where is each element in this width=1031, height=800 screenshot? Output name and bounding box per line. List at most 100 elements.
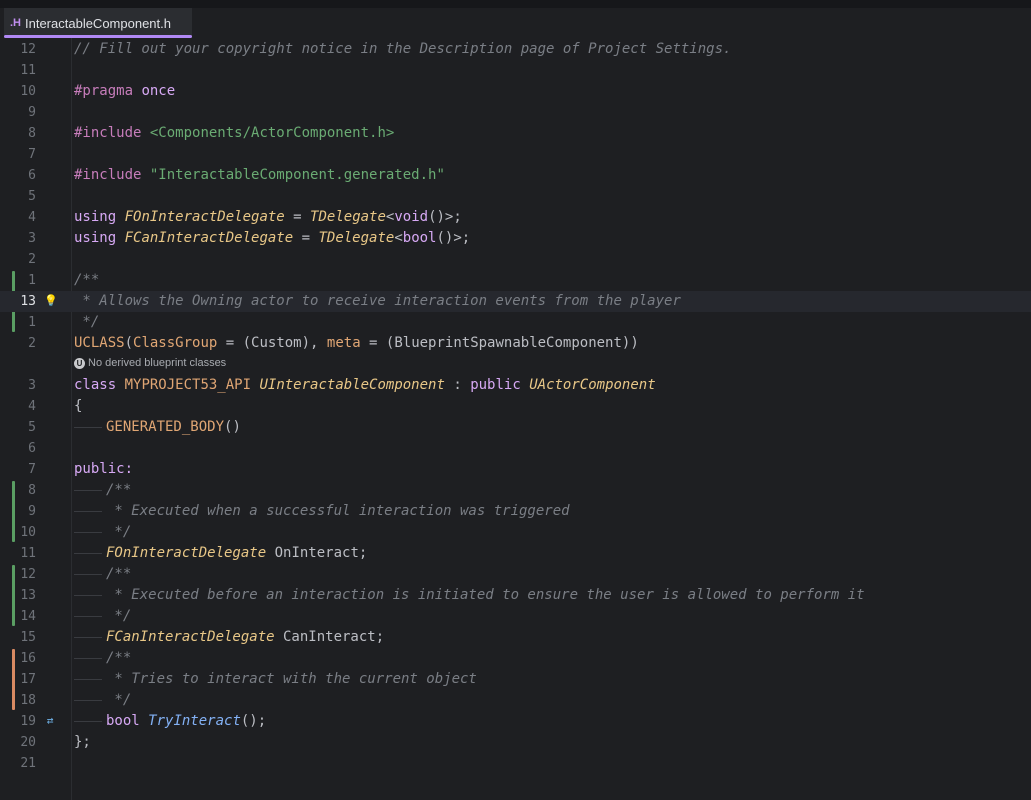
implementation-arrows-icon[interactable]: ⇄	[44, 715, 56, 727]
doc-comment-close[interactable]: */	[74, 606, 131, 627]
class-doc-comment[interactable]: * Allows the Owning actor to receive int…	[74, 291, 680, 312]
code-line: 19 ⇄ bool TryInteract();	[0, 711, 1031, 732]
line-number: 9	[28, 504, 36, 519]
line-number: 19	[20, 714, 36, 729]
code-line: 18 */	[0, 690, 1031, 711]
doc-comment-close[interactable]: */	[74, 522, 131, 543]
doc-comment-open[interactable]: /**	[74, 648, 131, 669]
line-number: 16	[20, 651, 36, 666]
line-number: 12	[20, 567, 36, 582]
line-number: 10	[20, 84, 36, 99]
try-interact-declaration[interactable]: bool TryInteract();	[74, 711, 266, 732]
line-number: 7	[28, 147, 36, 162]
line-number: 8	[28, 483, 36, 498]
line-number: 11	[20, 546, 36, 561]
header-file-icon: .H	[10, 17, 21, 29]
code-line: 10 #pragma once	[0, 81, 1031, 102]
doc-comment-close[interactable]: */	[74, 690, 131, 711]
line-number: 12	[20, 42, 36, 57]
code-line: 10 */	[0, 522, 1031, 543]
code-line: 6 #include "InteractableComponent.genera…	[0, 165, 1031, 186]
code-line: 7	[0, 144, 1031, 165]
line-number: 20	[20, 735, 36, 750]
code-line: 11 FOnInteractDelegate OnInteract;	[0, 543, 1031, 564]
line-number: 1	[28, 273, 36, 288]
include-actor-component[interactable]: #include <Components/ActorComponent.h>	[74, 123, 394, 144]
code-line: 7 public:	[0, 459, 1031, 480]
doc-comment-open[interactable]: /**	[74, 270, 99, 291]
try-interact-doc-comment[interactable]: * Tries to interact with the current obj…	[74, 669, 477, 690]
class-close-brace[interactable]: };	[74, 732, 91, 753]
line-number: 15	[20, 630, 36, 645]
code-line: 21	[0, 753, 1031, 774]
doc-comment-close[interactable]: */	[74, 312, 99, 333]
code-line: 3 class MYPROJECT53_API UInteractableCom…	[0, 375, 1031, 396]
uclass-macro[interactable]: UCLASS(ClassGroup = (Custom), meta = (Bl…	[74, 333, 639, 354]
code-line: 5 GENERATED_BODY()	[0, 417, 1031, 438]
line-number: 10	[20, 525, 36, 540]
public-specifier[interactable]: public:	[74, 459, 133, 480]
line-number: 7	[28, 462, 36, 477]
code-line: 1 /**	[0, 270, 1031, 291]
generated-body[interactable]: GENERATED_BODY()	[74, 417, 241, 438]
line-number: 13	[20, 588, 36, 603]
code-line: 2 UCLASS(ClassGroup = (Custom), meta = (…	[0, 333, 1031, 354]
code-line: 6	[0, 438, 1031, 459]
class-declaration[interactable]: class MYPROJECT53_API UInteractableCompo…	[74, 375, 656, 396]
code-line: 3 using FCanInteractDelegate = TDelegate…	[0, 228, 1031, 249]
doc-comment-open[interactable]: /**	[74, 480, 131, 501]
code-line: 14 */	[0, 606, 1031, 627]
tab-bar: .H InteractableComponent.h	[0, 0, 1031, 38]
code-line: 4 using FOnInteractDelegate = TDelegate<…	[0, 207, 1031, 228]
code-line: 11	[0, 60, 1031, 81]
current-code-line: 13 💡 * Allows the Owning actor to receiv…	[0, 291, 1031, 312]
line-number: 4	[28, 210, 36, 225]
include-generated-header[interactable]: #include "InteractableComponent.generate…	[74, 165, 445, 186]
line-number: 17	[20, 672, 36, 687]
line-number: 2	[28, 336, 36, 351]
code-line: 9	[0, 102, 1031, 123]
code-line: 5	[0, 186, 1031, 207]
code-line: 9 * Executed when a successful interacti…	[0, 501, 1031, 522]
tab-title: InteractableComponent.h	[25, 15, 171, 31]
line-number: 9	[28, 105, 36, 120]
tab-interactable-component[interactable]: .H InteractableComponent.h	[4, 8, 192, 38]
code-line: 20 };	[0, 732, 1031, 753]
lightbulb-icon[interactable]: 💡	[44, 295, 58, 307]
code-line: 17 * Tries to interact with the current …	[0, 669, 1031, 690]
hint-text: No derived blueprint classes	[88, 357, 227, 369]
line-number: 6	[28, 441, 36, 456]
line-number: 5	[28, 420, 36, 435]
class-open-brace[interactable]: {	[74, 396, 82, 417]
line-number: 4	[28, 399, 36, 414]
line-number: 3	[28, 231, 36, 246]
code-line: 15 FCanInteractDelegate CanInteract;	[0, 627, 1031, 648]
line-number: 8	[28, 126, 36, 141]
pragma-once[interactable]: #pragma once	[74, 81, 175, 102]
code-line: 8 #include <Components/ActorComponent.h>	[0, 123, 1031, 144]
line-number: 2	[28, 252, 36, 267]
line-number: 6	[28, 168, 36, 183]
on-interact-field[interactable]: FOnInteractDelegate OnInteract;	[74, 543, 367, 564]
line-number: 18	[20, 693, 36, 708]
line-number: 5	[28, 189, 36, 204]
code-line: 8 /**	[0, 480, 1031, 501]
code-editor[interactable]: 12 // Fill out your copyright notice in …	[0, 38, 1031, 800]
unreal-engine-icon: U	[74, 358, 85, 369]
code-line: 1 */	[0, 312, 1031, 333]
on-interact-doc-comment[interactable]: * Executed when a successful interaction…	[74, 501, 570, 522]
code-line: 13 * Executed before an interaction is i…	[0, 585, 1031, 606]
code-line: 2	[0, 249, 1031, 270]
can-interact-field[interactable]: FCanInteractDelegate CanInteract;	[74, 627, 384, 648]
line-number: 11	[20, 63, 36, 78]
copyright-comment[interactable]: // Fill out your copyright notice in the…	[74, 39, 731, 60]
using-on-interact-delegate[interactable]: using FOnInteractDelegate = TDelegate<vo…	[74, 207, 462, 228]
can-interact-doc-comment[interactable]: * Executed before an interaction is init…	[74, 585, 865, 606]
line-number: 21	[20, 756, 36, 771]
using-can-interact-delegate[interactable]: using FCanInteractDelegate = TDelegate<b…	[74, 228, 470, 249]
code-line: 12 // Fill out your copyright notice in …	[0, 39, 1031, 60]
line-number: 14	[20, 609, 36, 624]
blueprint-classes-hint[interactable]: U No derived blueprint classes	[74, 355, 226, 372]
code-line: 16 /**	[0, 648, 1031, 669]
doc-comment-open[interactable]: /**	[74, 564, 131, 585]
